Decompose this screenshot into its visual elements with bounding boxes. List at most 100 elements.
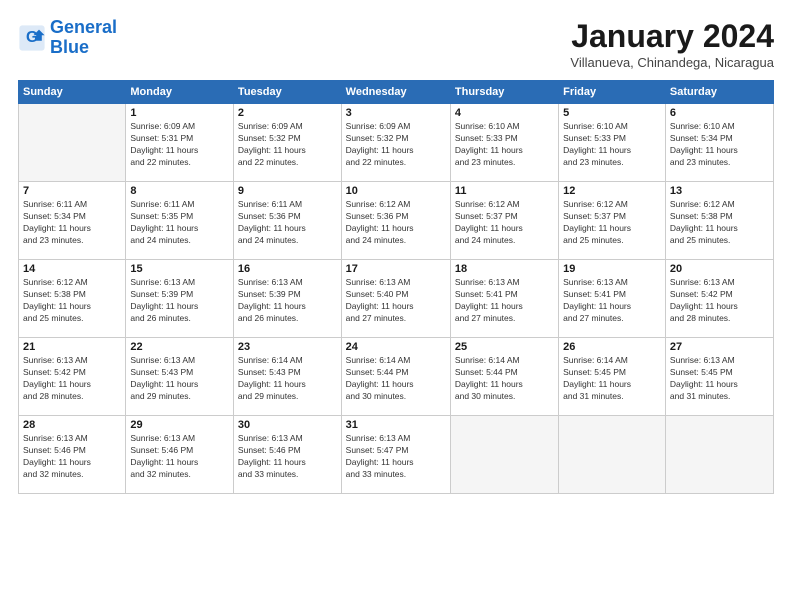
day-info: Sunrise: 6:10 AMSunset: 5:33 PMDaylight:… [455, 121, 554, 169]
day-info: Sunrise: 6:11 AMSunset: 5:35 PMDaylight:… [130, 199, 229, 247]
day-number: 28 [23, 419, 121, 431]
day-number: 31 [346, 419, 446, 431]
calendar-cell [450, 416, 558, 494]
day-info: Sunrise: 6:14 AMSunset: 5:44 PMDaylight:… [455, 355, 554, 403]
day-number: 1 [130, 107, 229, 119]
day-number: 27 [670, 341, 769, 353]
calendar-cell [559, 416, 666, 494]
header: G General Blue January 2024 Villanueva, … [18, 18, 774, 70]
day-number: 12 [563, 185, 661, 197]
calendar-cell: 4 Sunrise: 6:10 AMSunset: 5:33 PMDaylight… [450, 104, 558, 182]
day-info: Sunrise: 6:13 AMSunset: 5:43 PMDaylight:… [130, 355, 229, 403]
day-number: 11 [455, 185, 554, 197]
calendar-cell: 16 Sunrise: 6:13 AMSunset: 5:39 PMDayligh… [233, 260, 341, 338]
day-info: Sunrise: 6:12 AMSunset: 5:37 PMDaylight:… [563, 199, 661, 247]
day-info: Sunrise: 6:13 AMSunset: 5:41 PMDaylight:… [455, 277, 554, 325]
calendar-cell: 28 Sunrise: 6:13 AMSunset: 5:46 PMDayligh… [19, 416, 126, 494]
day-info: Sunrise: 6:09 AMSunset: 5:32 PMDaylight:… [238, 121, 337, 169]
day-info: Sunrise: 6:10 AMSunset: 5:33 PMDaylight:… [563, 121, 661, 169]
calendar-cell: 31 Sunrise: 6:13 AMSunset: 5:47 PMDayligh… [341, 416, 450, 494]
month-title: January 2024 [570, 18, 774, 55]
day-number: 5 [563, 107, 661, 119]
calendar-cell: 17Sunrise: 6:13 AMSunset: 5:40 PMDayligh… [341, 260, 450, 338]
calendar-cell: 18 Sunrise: 6:13 AMSunset: 5:41 PMDayligh… [450, 260, 558, 338]
calendar-cell: 2 Sunrise: 6:09 AMSunset: 5:32 PMDaylight… [233, 104, 341, 182]
header-row: SundayMondayTuesdayWednesdayThursdayFrid… [19, 81, 774, 104]
day-number: 10 [346, 185, 446, 197]
day-number: 4 [455, 107, 554, 119]
day-header-monday: Monday [126, 81, 234, 104]
calendar-cell: 29 Sunrise: 6:13 AMSunset: 5:46 PMDayligh… [126, 416, 234, 494]
day-number: 15 [130, 263, 229, 275]
calendar-cell: 6 Sunrise: 6:10 AMSunset: 5:34 PMDaylight… [665, 104, 773, 182]
day-header-thursday: Thursday [450, 81, 558, 104]
day-number: 29 [130, 419, 229, 431]
day-number: 23 [238, 341, 337, 353]
day-header-saturday: Saturday [665, 81, 773, 104]
day-info: Sunrise: 6:13 AMSunset: 5:46 PMDaylight:… [23, 433, 121, 481]
day-info: Sunrise: 6:09 AMSunset: 5:32 PMDaylight:… [346, 121, 446, 169]
calendar-cell: 3 Sunrise: 6:09 AMSunset: 5:32 PMDaylight… [341, 104, 450, 182]
day-number: 9 [238, 185, 337, 197]
day-number: 6 [670, 107, 769, 119]
day-info: Sunrise: 6:13 AMSunset: 5:39 PMDaylight:… [130, 277, 229, 325]
day-number: 18 [455, 263, 554, 275]
logo-text: General Blue [50, 18, 117, 58]
calendar-table: SundayMondayTuesdayWednesdayThursdayFrid… [18, 80, 774, 494]
day-info: Sunrise: 6:13 AMSunset: 5:46 PMDaylight:… [130, 433, 229, 481]
calendar-cell: 15 Sunrise: 6:13 AMSunset: 5:39 PMDayligh… [126, 260, 234, 338]
calendar-cell: 7Sunrise: 6:11 AMSunset: 5:34 PMDaylight… [19, 182, 126, 260]
day-number: 26 [563, 341, 661, 353]
day-number: 30 [238, 419, 337, 431]
logo-icon: G [18, 24, 46, 52]
day-info: Sunrise: 6:10 AMSunset: 5:34 PMDaylight:… [670, 121, 769, 169]
day-number: 3 [346, 107, 446, 119]
calendar-cell: 10Sunrise: 6:12 AMSunset: 5:36 PMDayligh… [341, 182, 450, 260]
day-info: Sunrise: 6:09 AMSunset: 5:31 PMDaylight:… [130, 121, 229, 169]
logo-line2: Blue [50, 37, 89, 57]
logo-line1: General [50, 17, 117, 37]
calendar-cell: 11Sunrise: 6:12 AMSunset: 5:37 PMDayligh… [450, 182, 558, 260]
day-info: Sunrise: 6:14 AMSunset: 5:43 PMDaylight:… [238, 355, 337, 403]
calendar-cell: 19Sunrise: 6:13 AMSunset: 5:41 PMDayligh… [559, 260, 666, 338]
calendar-cell [665, 416, 773, 494]
day-header-friday: Friday [559, 81, 666, 104]
calendar-cell: 22 Sunrise: 6:13 AMSunset: 5:43 PMDayligh… [126, 338, 234, 416]
title-block: January 2024 Villanueva, Chinandega, Nic… [570, 18, 774, 70]
calendar-cell: 5 Sunrise: 6:10 AMSunset: 5:33 PMDaylight… [559, 104, 666, 182]
calendar-cell [19, 104, 126, 182]
day-number: 21 [23, 341, 121, 353]
day-info: Sunrise: 6:12 AMSunset: 5:38 PMDaylight:… [23, 277, 121, 325]
day-number: 2 [238, 107, 337, 119]
day-header-tuesday: Tuesday [233, 81, 341, 104]
calendar-cell: 1 Sunrise: 6:09 AMSunset: 5:31 PMDaylight… [126, 104, 234, 182]
day-info: Sunrise: 6:13 AMSunset: 5:47 PMDaylight:… [346, 433, 446, 481]
calendar-cell: 23 Sunrise: 6:14 AMSunset: 5:43 PMDayligh… [233, 338, 341, 416]
calendar-cell: 30 Sunrise: 6:13 AMSunset: 5:46 PMDayligh… [233, 416, 341, 494]
day-header-wednesday: Wednesday [341, 81, 450, 104]
calendar-cell: 20Sunrise: 6:13 AMSunset: 5:42 PMDayligh… [665, 260, 773, 338]
location-subtitle: Villanueva, Chinandega, Nicaragua [570, 55, 774, 70]
day-number: 22 [130, 341, 229, 353]
day-info: Sunrise: 6:13 AMSunset: 5:46 PMDaylight:… [238, 433, 337, 481]
day-number: 25 [455, 341, 554, 353]
page: G General Blue January 2024 Villanueva, … [0, 0, 792, 612]
calendar-cell: 14Sunrise: 6:12 AMSunset: 5:38 PMDayligh… [19, 260, 126, 338]
day-number: 13 [670, 185, 769, 197]
calendar-cell: 8Sunrise: 6:11 AMSunset: 5:35 PMDaylight… [126, 182, 234, 260]
calendar-cell: 9Sunrise: 6:11 AMSunset: 5:36 PMDaylight… [233, 182, 341, 260]
day-info: Sunrise: 6:14 AMSunset: 5:45 PMDaylight:… [563, 355, 661, 403]
calendar-cell: 12 Sunrise: 6:12 AMSunset: 5:37 PMDayligh… [559, 182, 666, 260]
logo: G General Blue [18, 18, 117, 58]
calendar-cell: 25 Sunrise: 6:14 AMSunset: 5:44 PMDayligh… [450, 338, 558, 416]
day-number: 24 [346, 341, 446, 353]
calendar-cell: 27Sunrise: 6:13 AMSunset: 5:45 PMDayligh… [665, 338, 773, 416]
day-number: 16 [238, 263, 337, 275]
day-info: Sunrise: 6:13 AMSunset: 5:42 PMDaylight:… [23, 355, 121, 403]
day-info: Sunrise: 6:13 AMSunset: 5:39 PMDaylight:… [238, 277, 337, 325]
calendar-cell: 21 Sunrise: 6:13 AMSunset: 5:42 PMDayligh… [19, 338, 126, 416]
day-number: 17 [346, 263, 446, 275]
day-info: Sunrise: 6:13 AMSunset: 5:41 PMDaylight:… [563, 277, 661, 325]
day-info: Sunrise: 6:14 AMSunset: 5:44 PMDaylight:… [346, 355, 446, 403]
calendar-cell: 24 Sunrise: 6:14 AMSunset: 5:44 PMDayligh… [341, 338, 450, 416]
